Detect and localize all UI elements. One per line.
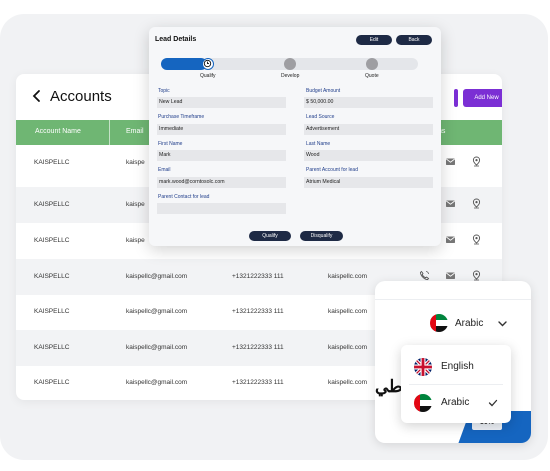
field-label-parent-contact: Parent Contact for lead: [158, 194, 210, 200]
language-label-english: English: [441, 361, 474, 372]
page-title: Accounts: [50, 88, 112, 105]
cell-website: kaispellc.com: [328, 344, 368, 351]
mail-icon[interactable]: [445, 156, 456, 167]
chevron-down-icon[interactable]: [497, 318, 508, 329]
column-divider: [109, 120, 110, 145]
stage-label-qualify: Qualify: [200, 73, 216, 79]
card-divider: [375, 299, 531, 300]
disqualify-button[interactable]: Disqualify: [300, 231, 343, 241]
cell-phone: +1321222333 111: [232, 273, 284, 280]
cell-email: kaispellc@gmail.com: [126, 344, 188, 351]
cell-account-name: KAISPELLC: [34, 201, 70, 208]
field-email[interactable]: mark.wood@corntosolc.com: [157, 177, 286, 188]
location-pin-icon[interactable]: [471, 234, 482, 245]
mail-icon[interactable]: [445, 198, 456, 209]
field-first-name[interactable]: Mark: [157, 150, 286, 161]
cell-phone: +1321222333 111: [232, 344, 284, 351]
field-label-last-name: Last Name: [306, 141, 331, 147]
lead-details-modal: Lead Details Edit Back Qualify Develop Q…: [149, 27, 441, 246]
cell-website: kaispellc.com: [328, 308, 368, 315]
location-pin-icon[interactable]: [471, 156, 482, 167]
language-option-english[interactable]: English: [401, 349, 511, 385]
stage-quote-dot[interactable]: [366, 58, 378, 70]
cell-email: kaispellc@gmail.com: [126, 308, 188, 315]
cell-account-name: KAISPELLC: [34, 379, 70, 386]
clock-icon: [203, 59, 212, 68]
phone-icon[interactable]: [419, 270, 430, 281]
field-parent-account[interactable]: Atrium Medical: [304, 177, 433, 188]
progress-fill: [161, 58, 208, 70]
field-topic[interactable]: New Lead: [157, 97, 286, 108]
stage-label-develop: Develop: [281, 73, 300, 79]
field-label-parent-account: Parent Account for lead: [306, 167, 358, 173]
cell-email: kaispe: [126, 237, 145, 244]
cell-account-name: KAISPELLC: [34, 237, 70, 244]
field-label-topic: Topic: [158, 88, 170, 94]
location-pin-icon[interactable]: [471, 198, 482, 209]
language-dropdown: English Arabic: [401, 345, 511, 423]
cell-account-name: KAISPELLC: [34, 344, 70, 351]
column-account-name[interactable]: Account Name: [35, 128, 81, 135]
cell-account-name: KAISPELLC: [34, 159, 70, 166]
field-label-budget: Budget Amount: [306, 88, 341, 94]
field-label-first-name: First Name: [158, 141, 183, 147]
column-email[interactable]: Email: [126, 128, 144, 135]
filter-tab-stub[interactable]: [454, 89, 458, 107]
modal-title: Lead Details: [155, 36, 197, 43]
back-arrow-icon[interactable]: [30, 89, 44, 103]
field-label-purchase-timeframe: Purchase Timeframe: [158, 114, 205, 120]
mail-icon[interactable]: [445, 270, 456, 281]
field-budget[interactable]: $ 50,000.00: [304, 97, 433, 108]
language-option-arabic[interactable]: Arabic: [401, 385, 511, 421]
field-parent-contact[interactable]: [157, 203, 286, 214]
field-last-name[interactable]: Wood: [304, 150, 433, 161]
uae-flag-icon: [430, 314, 448, 332]
cell-website: kaispellc.com: [328, 379, 368, 386]
field-label-email: Email: [158, 167, 171, 173]
cell-account-name: KAISPELLC: [34, 273, 70, 280]
checkmark-icon: [488, 399, 498, 407]
edit-button[interactable]: Edit: [356, 35, 392, 45]
stage-progress-bar: [161, 58, 418, 70]
selected-language: Arabic: [455, 318, 484, 329]
back-button[interactable]: Back: [396, 35, 432, 45]
mail-icon[interactable]: [445, 234, 456, 245]
uk-flag-icon: [414, 358, 432, 376]
stage-develop-dot[interactable]: [284, 58, 296, 70]
field-purchase-timeframe[interactable]: Immediate: [157, 124, 286, 135]
stage-label-quote: Quote: [365, 73, 379, 79]
stage-qualify-dot[interactable]: [202, 58, 214, 70]
cell-email: kaispe: [126, 159, 145, 166]
language-selector[interactable]: Arabic: [375, 301, 531, 343]
cell-phone: +1321222333 111: [232, 379, 284, 386]
location-pin-icon[interactable]: [471, 270, 482, 281]
cell-email: kaispe: [126, 201, 145, 208]
uae-flag-icon: [414, 394, 432, 412]
cell-website: kaispellc.com: [328, 273, 368, 280]
qualify-button[interactable]: Qualify: [249, 231, 291, 241]
field-label-lead-source: Lead Source: [306, 114, 335, 120]
add-new-button[interactable]: Add New: [463, 89, 502, 107]
field-lead-source[interactable]: Advertisement: [304, 124, 433, 135]
language-label-arabic: Arabic: [441, 397, 470, 408]
cell-account-name: KAISPELLC: [34, 308, 70, 315]
cell-email: kaispellc@gmail.com: [126, 273, 188, 280]
cell-email: kaispellc@gmail.com: [126, 379, 188, 386]
cell-phone: +1321222333 111: [232, 308, 284, 315]
